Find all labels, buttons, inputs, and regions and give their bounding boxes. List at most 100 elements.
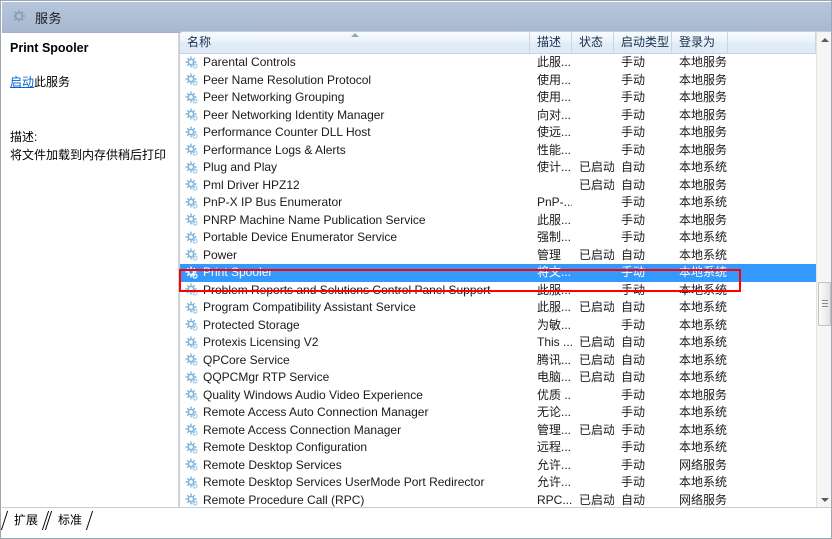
cell-name: Problem Reports and Solutions Control Pa… [180,282,530,299]
footer-tab-1[interactable]: 扩展 [2,511,46,530]
scrollbar-thumb[interactable] [818,282,831,326]
footer-tab-2[interactable]: 标准 [46,511,90,530]
cell-logon-as: 本地系统 [679,160,728,175]
table-row[interactable]: Remote Desktop Services 允许... 手动 网络服务 [180,457,831,475]
cell-name: Remote Access Auto Connection Manager [180,404,530,421]
cell-name: Protected Storage [180,317,530,334]
table-row[interactable]: Portable Device Enumerator Service 强制... 手… [180,229,831,247]
table-row[interactable]: Remote Access Connection Manager 管理... 已启动… [180,422,831,440]
service-gear-icon [185,353,199,367]
service-gear-icon [185,143,199,157]
cell-logon-as: 网络服务 [679,457,728,472]
cell-name: Protexis Licensing V2 [180,334,530,351]
cell-name: QPCore Service [180,352,530,369]
column-header-logon[interactable]: 登录为 [672,32,728,54]
cell-name: Program Compatibility Assistant Service [180,299,530,316]
start-service-link[interactable]: 启动 [10,75,34,89]
cell-logon-as: 本地系统 [679,475,728,490]
scroll-down-button[interactable] [817,492,831,507]
detail-service-name: Print Spooler [10,41,89,55]
cell-logon-as: 本地服务 [679,90,728,105]
scroll-up-button[interactable] [817,32,831,48]
table-row[interactable]: Remote Desktop Configuration 远程... 手动 本地系统 [180,439,831,457]
table-row[interactable]: Power 管理 已启动 自动 本地系统 [180,247,831,265]
cell-startup-type: 自动 [621,492,646,507]
cell-description: 使计... [537,160,572,175]
cell-description: 允许... [537,475,572,490]
table-row[interactable]: PNRP Machine Name Publication Service 此服.… [180,212,831,230]
cell-state: 已启动 [579,160,614,175]
table-row[interactable]: Remote Procedure Call (RPC) RPC... 已启动 自动 网络… [180,492,831,508]
service-name-label: Parental Controls [203,55,296,70]
cell-startup-type: 自动 [621,352,646,367]
cell-logon-as: 本地系统 [679,282,728,297]
column-header-label: 登录为 [679,34,716,49]
service-gear-icon [185,178,199,192]
cell-description: 此服... [537,55,572,70]
table-row[interactable]: Problem Reports and Solutions Control Pa… [180,282,831,300]
cell-description: 管理... [537,422,572,437]
column-header-state[interactable]: 状态 [572,32,614,54]
service-gear-icon [185,406,199,420]
service-name-label: Protexis Licensing V2 [203,335,319,350]
table-row[interactable]: Protexis Licensing V2 This ... 已启动 自动 本地系统 [180,334,831,352]
table-row[interactable]: QPCore Service 腾讯... 已启动 自动 本地系统 [180,352,831,370]
footer-tab-strip: 扩展 标准 [2,510,90,530]
window-title: 服务 [35,10,63,26]
service-name-label: Protected Storage [203,317,300,332]
cell-name: Performance Logs & Alerts [180,142,530,159]
cell-name: Remote Procedure Call (RPC) [180,492,530,507]
service-name-label: Remote Access Auto Connection Manager [203,405,429,420]
column-header-start[interactable]: 启动类型 [614,32,672,54]
cell-logon-as: 本地服务 [679,125,728,140]
table-row[interactable]: Peer Networking Identity Manager 向对... 手动 本… [180,107,831,125]
table-row[interactable]: Performance Logs & Alerts 性能... 手动 本地服务 [180,142,831,160]
cell-startup-type: 自动 [621,370,646,385]
column-header-name[interactable]: 名称 [180,32,530,54]
table-row[interactable]: Program Compatibility Assistant Service 此… [180,299,831,317]
table-row[interactable]: Parental Controls 此服... 手动 本地服务 [180,54,831,72]
table-row[interactable]: Remote Desktop Services UserMode Port Re… [180,474,831,492]
service-name-label: Performance Counter DLL Host [203,125,371,140]
footer-bar: 扩展 标准 [2,507,831,538]
service-name-label: PNRP Machine Name Publication Service [203,212,426,227]
table-row[interactable]: QQPCMgr RTP Service 电脑... 已启动 自动 本地系统 [180,369,831,387]
cell-name: Remote Access Connection Manager [180,422,530,439]
services-list-body[interactable]: Parental Controls 此服... 手动 本地服务 Peer Name Re… [180,54,831,508]
column-header-label: 描述 [537,34,562,49]
cell-description: 优质 ... [537,387,572,402]
title-bar: 服务 [2,2,831,33]
chevron-down-icon [820,498,829,502]
service-gear-icon [185,56,199,70]
table-row[interactable]: Peer Networking Grouping 使用... 手动 本地服务 [180,89,831,107]
table-row[interactable]: Peer Name Resolution Protocol 使用... 手动 本地服务 [180,72,831,90]
column-header-desc[interactable]: 描述 [530,32,572,54]
table-row[interactable]: Plug and Play 使计... 已启动 自动 本地系统 [180,159,831,177]
cell-startup-type: 手动 [621,212,646,227]
service-name-label: Pml Driver HPZ12 [203,177,300,192]
cell-logon-as: 本地服务 [679,387,728,402]
table-row[interactable]: Remote Access Auto Connection Manager 无论.… [180,404,831,422]
service-gear-icon [185,248,199,262]
cell-name: Performance Counter DLL Host [180,124,530,141]
service-gear-icon [185,196,199,210]
cell-startup-type: 手动 [621,55,646,70]
table-row[interactable]: PnP-X IP Bus Enumerator PnP-... 手动 本地系统 [180,194,831,212]
table-row[interactable]: Performance Counter DLL Host 使远... 手动 本地服务 [180,124,831,142]
cell-name: Plug and Play [180,159,530,176]
service-gear-icon [185,441,199,455]
vertical-scrollbar[interactable] [816,32,831,507]
table-row[interactable]: Protected Storage 为敏... 手动 本地系统 [180,317,831,335]
cell-description: 使用... [537,90,572,105]
column-header-filler [728,32,816,54]
service-name-label: Peer Networking Grouping [203,90,345,105]
service-name-label: QPCore Service [203,352,290,367]
table-row[interactable]: Pml Driver HPZ12 已启动 自动 本地服务 [180,177,831,195]
service-gear-icon [185,161,199,175]
table-row[interactable]: Quality Windows Audio Video Experience 优质… [180,387,831,405]
cell-logon-as: 本地系统 [679,440,728,455]
service-name-label: Peer Networking Identity Manager [203,107,385,122]
cell-description: RPC... [537,492,572,507]
cell-state: 已启动 [579,335,614,350]
table-row-selected[interactable]: Print Spooler 将文... 手动 本地系统 [180,264,831,282]
